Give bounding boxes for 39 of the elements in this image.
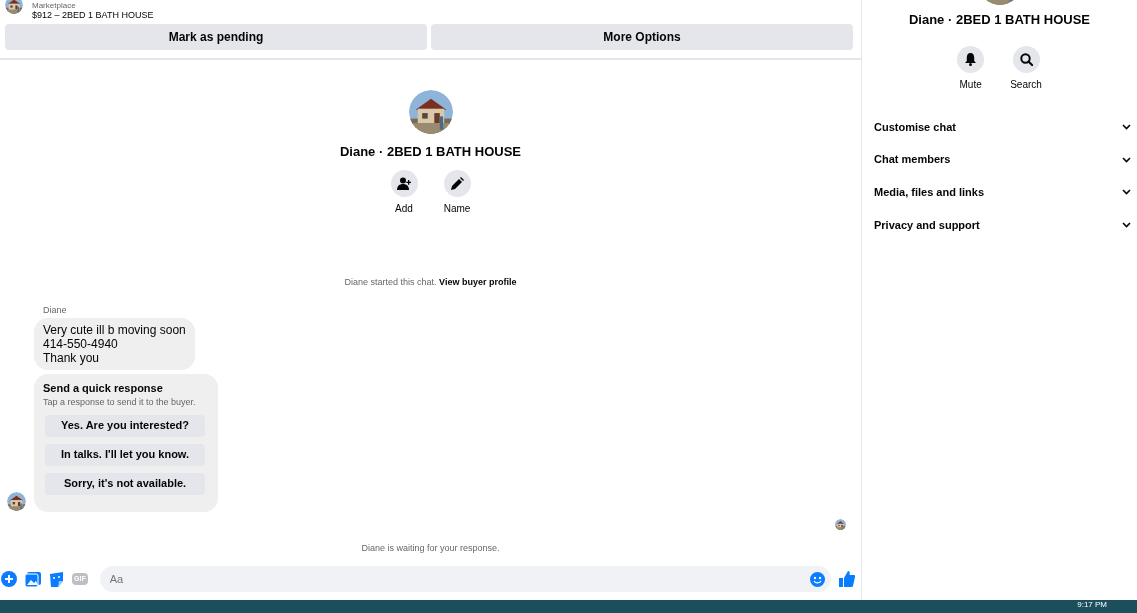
name-button[interactable] (443, 169, 471, 197)
quick-response-title: Send a quick response (43, 380, 164, 396)
sidebar-section[interactable]: Chat members (862, 143, 1137, 176)
action-label: Mute (959, 77, 982, 92)
chat-start-notice: Diane started this chat. View buyer profile (344, 275, 517, 289)
emoji-icon[interactable] (810, 571, 825, 587)
quick-response-hint: Tap a response to send it to the buyer. (43, 396, 197, 409)
message-field[interactable]: Aa (99, 566, 831, 592)
action-label: Add (395, 201, 413, 216)
search-button[interactable] (1012, 45, 1040, 73)
waiting-notice: Diane is waiting for your response. (360, 541, 501, 555)
buyer-profile-link[interactable]: View buyer profile (439, 276, 517, 287)
add-button[interactable] (390, 169, 418, 197)
quick-reply-button[interactable]: In talks. I'll let you know. (45, 443, 205, 466)
chat-title: Diane · 2BED 1 BATH HOUSE (907, 11, 1092, 29)
header-button[interactable]: Mark as pending (5, 24, 427, 50)
chat-title: Diane · 2BED 1 BATH HOUSE (339, 143, 522, 161)
add-person-icon (396, 176, 412, 190)
listing-source: Marketplace (32, 1, 77, 10)
plus-icon[interactable] (1, 571, 17, 587)
pencil-icon (450, 176, 464, 190)
action-label: Search (1010, 77, 1042, 92)
search-icon (1019, 52, 1033, 66)
action-label: Name (443, 201, 471, 216)
photo-icon[interactable] (25, 571, 41, 587)
thumbs-up-icon[interactable] (839, 571, 855, 587)
header-button[interactable]: More Options (431, 24, 853, 50)
clock: 9:17 PM (1077, 600, 1107, 610)
sidebar-section[interactable]: Privacy and support (862, 208, 1137, 242)
sidebar-section[interactable]: Media, files and links (862, 175, 1137, 209)
sticker-icon[interactable] (49, 571, 64, 587)
mute-button[interactable] (957, 45, 985, 73)
quick-reply-button[interactable]: Yes. Are you interested? (45, 414, 205, 437)
listing-title: $912 – 2BED 1 BATH HOUSE (32, 10, 154, 21)
bell-icon (965, 52, 977, 66)
message-bubble: Very cute ill b moving soon 414-550-4940 Thank you (34, 317, 195, 370)
quick-reply-button[interactable]: Sorry, it's not available. (45, 472, 205, 495)
sidebar-section[interactable]: Customise chat (862, 110, 1137, 144)
sender-name: Diane (43, 304, 68, 317)
